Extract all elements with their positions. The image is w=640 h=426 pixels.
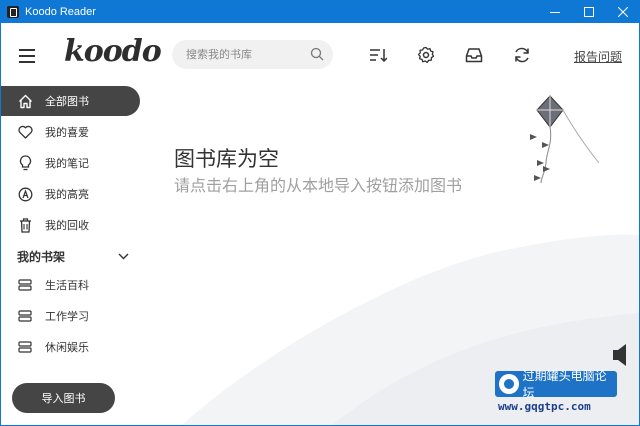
app-window: koodo 搜索我的书库 报告问题 全部图书 我的喜爱 我的笔记 我的高亮 我的… xyxy=(0,23,640,426)
search-box xyxy=(172,40,333,69)
sidebar-item-highlights[interactable]: 我的高亮 xyxy=(1,179,140,209)
sidebar-item-trash[interactable]: 我的回收 xyxy=(1,210,140,240)
empty-library-hint: 请点击右上角的从本地导入按钮添加图书 xyxy=(174,176,463,195)
sync-icon xyxy=(515,47,529,63)
sort-button[interactable] xyxy=(368,45,388,65)
sidebar-item-label: 我的高亮 xyxy=(45,188,89,201)
shelf-section-header[interactable]: 我的书架 xyxy=(17,248,129,265)
close-icon xyxy=(618,6,628,17)
shelf-icon xyxy=(17,339,33,355)
highlighter-icon xyxy=(17,186,33,202)
lightbulb-icon xyxy=(17,155,33,171)
sidebar-item-label: 我的喜爱 xyxy=(45,126,89,139)
search-icon[interactable] xyxy=(310,47,324,61)
import-book-button[interactable]: 导入图书 xyxy=(12,383,115,413)
window-title: Koodo Reader xyxy=(25,5,96,18)
search-input[interactable] xyxy=(172,40,312,69)
sidebar-item-favorites[interactable]: 我的喜爱 xyxy=(1,117,140,147)
shelf-icon xyxy=(17,308,33,324)
sidebar-item-notes[interactable]: 我的笔记 xyxy=(1,148,140,178)
gear-icon xyxy=(417,46,435,63)
trash-icon xyxy=(17,217,33,233)
title-bar: Koodo Reader xyxy=(0,0,640,23)
sort-icon xyxy=(370,49,387,63)
sidebar-item-all-books[interactable]: 全部图书 xyxy=(1,86,140,116)
menu-toggle-button[interactable] xyxy=(19,49,35,63)
sidebar-item-label: 我的笔记 xyxy=(45,157,89,170)
sidebar-item-shelf-life[interactable]: 生活百科 xyxy=(1,270,140,300)
app-icon xyxy=(7,5,19,18)
site-watermark: 过期罐头电脑论坛 www.gqgtpc.com xyxy=(495,369,617,415)
sidebar-item-label: 休闲娱乐 xyxy=(45,341,89,354)
sidebar-item-label: 全部图书 xyxy=(45,95,89,108)
watermark-url: www.gqgtpc.com xyxy=(498,400,591,413)
settings-button[interactable] xyxy=(416,45,436,65)
sidebar-item-label: 我的回收 xyxy=(45,219,89,232)
inbox-button[interactable] xyxy=(464,45,484,65)
watermark-logo-icon xyxy=(499,374,519,394)
maximize-button[interactable] xyxy=(572,0,606,23)
sidebar-item-label: 生活百科 xyxy=(45,279,89,292)
empty-library-title: 图书库为空 xyxy=(174,147,279,171)
close-button[interactable] xyxy=(606,0,640,23)
sidebar-item-shelf-leisure[interactable]: 休闲娱乐 xyxy=(1,332,140,362)
minimize-icon xyxy=(550,11,560,13)
report-issue-link[interactable]: 报告问题 xyxy=(574,48,622,65)
maximize-icon xyxy=(584,6,594,17)
shelf-section-title: 我的书架 xyxy=(17,250,66,264)
chevron-down-icon[interactable] xyxy=(118,253,129,260)
inbox-icon xyxy=(465,48,483,63)
watermark-site-name: 过期罐头电脑论坛 xyxy=(522,369,607,400)
app-logo: koodo xyxy=(64,34,162,69)
home-icon xyxy=(17,93,33,109)
sync-button[interactable] xyxy=(512,45,532,65)
sidebar-item-shelf-work[interactable]: 工作学习 xyxy=(1,301,140,331)
minimize-button[interactable] xyxy=(538,0,572,23)
heart-icon xyxy=(17,124,33,140)
sidebar-item-label: 工作学习 xyxy=(45,310,89,323)
shelf-icon xyxy=(17,277,33,293)
